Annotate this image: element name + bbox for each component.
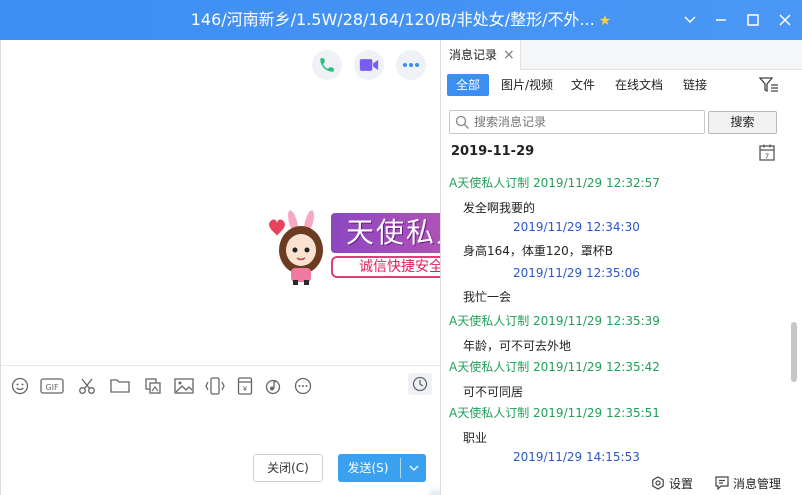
list-item: A天使私人订制 2019/11/29 12:35:42 可不可同居 [449, 358, 789, 400]
close-icon[interactable] [770, 0, 800, 40]
filter-tab-media[interactable]: 图片/视频 [495, 74, 559, 96]
send-options-dropdown[interactable] [402, 454, 426, 482]
list-item: A天使私人订制 2019/11/29 12:32:57 发全啊我要的 [449, 174, 789, 216]
message-sender: 2019/11/29 12:34:30 [513, 220, 640, 234]
message-manage-label: 消息管理 [733, 476, 782, 491]
title-bar: 146/河南新乡/1.5W/28/164/120/B/非处女/整形/不外... ★ [0, 0, 802, 40]
close-button[interactable]: 关闭(C) [253, 454, 323, 482]
list-item: A天使私人订制 2019/11/29 12:35:51 职业 [449, 404, 789, 446]
history-button[interactable] [408, 373, 432, 395]
calendar-icon[interactable]: 7 [759, 144, 775, 161]
message-history-panel: 消息记录 × 全部 图片/视频 文件 在线文档 链接 搜索 2019-11-29… [440, 40, 802, 495]
window-title-text: 146/河南新乡/1.5W/28/164/120/B/非处女/整形/不外... [190, 10, 595, 29]
scrollbar-thumb[interactable] [791, 322, 797, 382]
svg-text:GIF: GIF [45, 383, 59, 392]
video-call-button[interactable] [354, 50, 384, 80]
message-text: 职业 [463, 431, 488, 445]
phone-icon [320, 58, 334, 72]
date-header: 2019-11-29 [451, 144, 535, 159]
settings-button[interactable]: 设置 [651, 474, 693, 492]
input-toolbar: GIF ¥ [9, 375, 439, 399]
phone-call-button[interactable] [312, 50, 342, 80]
chevron-down-icon [409, 465, 419, 471]
svg-text:7: 7 [765, 153, 769, 161]
gif-icon[interactable]: GIF [39, 375, 65, 397]
music-icon[interactable] [262, 375, 284, 397]
search-button[interactable]: 搜索 [708, 111, 777, 134]
filter-tab-links[interactable]: 链接 [677, 74, 713, 96]
chat-area: 天使私人订制 诚信快捷安全的交友平台 GIF ¥ 关闭(C) 发送(S) [0, 40, 541, 495]
list-item: 2019/11/29 12:35:06 我忙一会 [449, 266, 789, 305]
message-sender: A天使私人订制 2019/11/29 12:32:57 [449, 176, 660, 190]
more-options-button[interactable] [396, 50, 426, 80]
more-icon[interactable] [292, 375, 314, 397]
tab-label: 消息记录 [449, 48, 498, 62]
svg-text:¥: ¥ [243, 385, 248, 393]
search-box [449, 110, 705, 134]
video-icon [359, 59, 379, 71]
tab-message-history[interactable]: 消息记录 × [441, 40, 521, 70]
search-icon [455, 115, 469, 129]
message-sender: 2019/11/29 12:35:06 [513, 266, 640, 280]
folder-icon[interactable] [109, 375, 131, 397]
star-icon[interactable]: ★ [599, 13, 612, 29]
chevron-down-icon[interactable] [675, 0, 705, 40]
list-item: 2019/11/29 12:34:30 身高164，体重120，罩杯B [449, 220, 789, 259]
message-manage-button[interactable]: 消息管理 [715, 474, 781, 492]
cartoon-girl-icon [269, 210, 323, 285]
message-text: 我忙一会 [463, 290, 512, 304]
message-text: 年龄，可不可去外地 [463, 339, 572, 353]
settings-icon [652, 476, 664, 490]
emoji-icon[interactable] [9, 375, 31, 397]
list-item: A天使私人订制 2019/11/29 12:35:39 年龄，可不可去外地 [449, 312, 789, 354]
message-list[interactable]: A天使私人订制 2019/11/29 12:32:57 发全啊我要的 2019/… [441, 162, 793, 468]
clock-icon [412, 376, 428, 392]
shake-icon[interactable] [204, 375, 226, 397]
list-item: 2019/11/29 14:15:53 [449, 450, 789, 464]
panel-tabbar: 消息记录 × [441, 40, 802, 70]
settings-label: 设置 [669, 476, 694, 491]
message-sender: A天使私人订制 2019/11/29 12:35:51 [449, 406, 660, 420]
filter-icon[interactable] [759, 76, 779, 94]
send-button-label: 发送(S) [347, 461, 389, 475]
more-icon [403, 63, 419, 67]
send-button-separator [400, 458, 401, 478]
search-input[interactable] [474, 113, 700, 131]
close-tab-icon[interactable]: × [503, 40, 515, 70]
filter-tab-all[interactable]: 全部 [447, 74, 489, 96]
scissors-icon[interactable] [76, 375, 98, 397]
message-text: 发全啊我要的 [463, 201, 536, 215]
filter-tab-files[interactable]: 文件 [565, 74, 601, 96]
red-packet-icon[interactable]: ¥ [234, 375, 256, 397]
filter-tabs: 全部 图片/视频 文件 在线文档 链接 [441, 74, 802, 96]
message-sender: 2019/11/29 14:15:53 [513, 450, 640, 464]
filter-tab-online-docs[interactable]: 在线文档 [609, 74, 669, 96]
message-sender: A天使私人订制 2019/11/29 12:35:39 [449, 314, 660, 328]
message-text: 身高164，体重120，罩杯B [463, 244, 614, 258]
send-button[interactable]: 发送(S) [338, 454, 426, 482]
message-text: 可不可同居 [463, 385, 524, 399]
panel-footer: 设置 消息管理 [441, 470, 802, 495]
image-gallery-icon[interactable] [142, 375, 164, 397]
image-icon[interactable] [173, 375, 195, 397]
maximize-icon[interactable] [738, 0, 768, 40]
input-divider [1, 365, 441, 366]
message-sender: A天使私人订制 2019/11/29 12:35:42 [449, 360, 660, 374]
message-manage-icon [715, 476, 729, 490]
minimize-icon[interactable] [706, 0, 736, 40]
